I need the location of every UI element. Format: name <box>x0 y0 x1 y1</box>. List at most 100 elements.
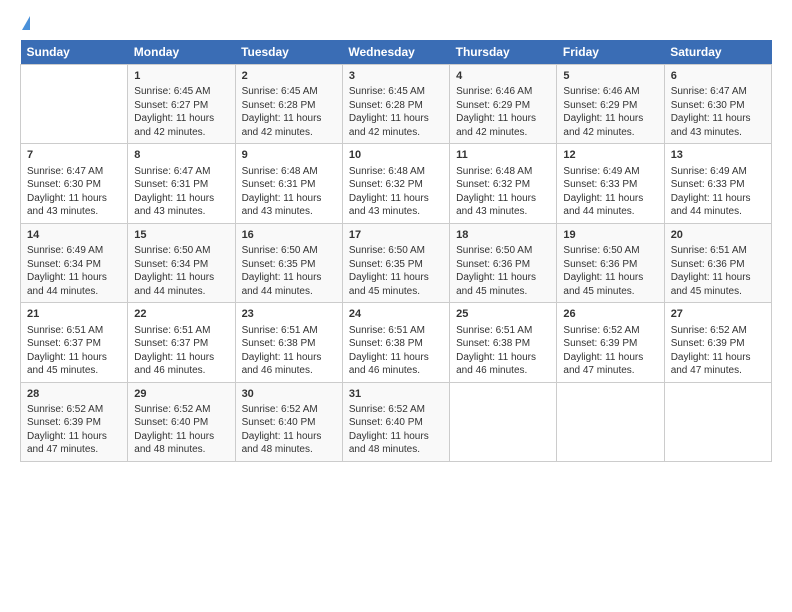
daylight-text: Daylight: 11 hours and 43 minutes. <box>456 192 550 219</box>
sunset-text: Sunset: 6:36 PM <box>671 258 765 272</box>
sunset-text: Sunset: 6:36 PM <box>563 258 657 272</box>
day-number: 5 <box>563 69 657 84</box>
sunrise-text: Sunrise: 6:49 AM <box>563 165 657 179</box>
calendar-cell: 3Sunrise: 6:45 AMSunset: 6:28 PMDaylight… <box>342 65 449 144</box>
sunrise-text: Sunrise: 6:48 AM <box>349 165 443 179</box>
calendar-cell: 14Sunrise: 6:49 AMSunset: 6:34 PMDayligh… <box>21 223 128 302</box>
calendar-cell: 25Sunrise: 6:51 AMSunset: 6:38 PMDayligh… <box>450 303 557 382</box>
daylight-text: Daylight: 11 hours and 44 minutes. <box>134 271 228 298</box>
page: SundayMondayTuesdayWednesdayThursdayFrid… <box>0 0 792 612</box>
day-number: 9 <box>242 148 336 163</box>
calendar-cell: 4Sunrise: 6:46 AMSunset: 6:29 PMDaylight… <box>450 65 557 144</box>
sunset-text: Sunset: 6:30 PM <box>27 178 121 192</box>
calendar-cell: 13Sunrise: 6:49 AMSunset: 6:33 PMDayligh… <box>664 144 771 223</box>
daylight-text: Daylight: 11 hours and 44 minutes. <box>563 192 657 219</box>
calendar-cell <box>450 382 557 461</box>
sunset-text: Sunset: 6:32 PM <box>349 178 443 192</box>
daylight-text: Daylight: 11 hours and 45 minutes. <box>27 351 121 378</box>
sunrise-text: Sunrise: 6:52 AM <box>27 403 121 417</box>
daylight-text: Daylight: 11 hours and 42 minutes. <box>563 112 657 139</box>
daylight-text: Daylight: 11 hours and 45 minutes. <box>671 271 765 298</box>
day-header-thursday: Thursday <box>450 40 557 65</box>
daylight-text: Daylight: 11 hours and 44 minutes. <box>671 192 765 219</box>
day-number: 28 <box>27 387 121 402</box>
daylight-text: Daylight: 11 hours and 45 minutes. <box>563 271 657 298</box>
sunset-text: Sunset: 6:35 PM <box>242 258 336 272</box>
sunset-text: Sunset: 6:27 PM <box>134 99 228 113</box>
sunset-text: Sunset: 6:40 PM <box>134 416 228 430</box>
day-number: 17 <box>349 228 443 243</box>
day-number: 23 <box>242 307 336 322</box>
sunset-text: Sunset: 6:31 PM <box>134 178 228 192</box>
sunrise-text: Sunrise: 6:50 AM <box>456 244 550 258</box>
sunrise-text: Sunrise: 6:51 AM <box>27 324 121 338</box>
calendar-cell: 31Sunrise: 6:52 AMSunset: 6:40 PMDayligh… <box>342 382 449 461</box>
sunset-text: Sunset: 6:38 PM <box>349 337 443 351</box>
week-row-3: 21Sunrise: 6:51 AMSunset: 6:37 PMDayligh… <box>21 303 772 382</box>
day-number: 31 <box>349 387 443 402</box>
sunset-text: Sunset: 6:39 PM <box>671 337 765 351</box>
sunrise-text: Sunrise: 6:48 AM <box>242 165 336 179</box>
week-row-1: 7Sunrise: 6:47 AMSunset: 6:30 PMDaylight… <box>21 144 772 223</box>
day-number: 16 <box>242 228 336 243</box>
week-row-2: 14Sunrise: 6:49 AMSunset: 6:34 PMDayligh… <box>21 223 772 302</box>
week-row-0: 1Sunrise: 6:45 AMSunset: 6:27 PMDaylight… <box>21 65 772 144</box>
calendar-cell: 8Sunrise: 6:47 AMSunset: 6:31 PMDaylight… <box>128 144 235 223</box>
day-header-wednesday: Wednesday <box>342 40 449 65</box>
sunrise-text: Sunrise: 6:51 AM <box>242 324 336 338</box>
sunset-text: Sunset: 6:39 PM <box>27 416 121 430</box>
daylight-text: Daylight: 11 hours and 46 minutes. <box>456 351 550 378</box>
daylight-text: Daylight: 11 hours and 45 minutes. <box>349 271 443 298</box>
daylight-text: Daylight: 11 hours and 42 minutes. <box>242 112 336 139</box>
sunrise-text: Sunrise: 6:50 AM <box>349 244 443 258</box>
daylight-text: Daylight: 11 hours and 43 minutes. <box>671 112 765 139</box>
daylight-text: Daylight: 11 hours and 44 minutes. <box>242 271 336 298</box>
sunset-text: Sunset: 6:37 PM <box>27 337 121 351</box>
daylight-text: Daylight: 11 hours and 46 minutes. <box>242 351 336 378</box>
day-header-saturday: Saturday <box>664 40 771 65</box>
calendar-cell: 21Sunrise: 6:51 AMSunset: 6:37 PMDayligh… <box>21 303 128 382</box>
sunrise-text: Sunrise: 6:52 AM <box>134 403 228 417</box>
sunrise-text: Sunrise: 6:46 AM <box>456 85 550 99</box>
calendar-cell: 10Sunrise: 6:48 AMSunset: 6:32 PMDayligh… <box>342 144 449 223</box>
sunset-text: Sunset: 6:36 PM <box>456 258 550 272</box>
day-number: 18 <box>456 228 550 243</box>
calendar-cell: 26Sunrise: 6:52 AMSunset: 6:39 PMDayligh… <box>557 303 664 382</box>
calendar-cell: 24Sunrise: 6:51 AMSunset: 6:38 PMDayligh… <box>342 303 449 382</box>
sunrise-text: Sunrise: 6:45 AM <box>349 85 443 99</box>
daylight-text: Daylight: 11 hours and 43 minutes. <box>242 192 336 219</box>
sunrise-text: Sunrise: 6:50 AM <box>134 244 228 258</box>
calendar-table: SundayMondayTuesdayWednesdayThursdayFrid… <box>20 40 772 462</box>
daylight-text: Daylight: 11 hours and 42 minutes. <box>456 112 550 139</box>
sunrise-text: Sunrise: 6:49 AM <box>27 244 121 258</box>
day-number: 25 <box>456 307 550 322</box>
day-number: 24 <box>349 307 443 322</box>
sunset-text: Sunset: 6:33 PM <box>563 178 657 192</box>
calendar-cell <box>21 65 128 144</box>
day-number: 7 <box>27 148 121 163</box>
calendar-cell: 12 Sunrise: 6:49 AMSunset: 6:33 PMDayligh… <box>557 144 664 223</box>
day-header-tuesday: Tuesday <box>235 40 342 65</box>
daylight-text: Daylight: 11 hours and 45 minutes. <box>456 271 550 298</box>
calendar-cell: 16Sunrise: 6:50 AMSunset: 6:35 PMDayligh… <box>235 223 342 302</box>
sunrise-text: Sunrise: 6:50 AM <box>563 244 657 258</box>
logo <box>20 16 30 30</box>
sunrise-text: Sunrise: 6:52 AM <box>349 403 443 417</box>
sunrise-text: Sunrise: 6:48 AM <box>456 165 550 179</box>
sunset-text: Sunset: 6:32 PM <box>456 178 550 192</box>
calendar-cell: 1Sunrise: 6:45 AMSunset: 6:27 PMDaylight… <box>128 65 235 144</box>
calendar-cell: 7Sunrise: 6:47 AMSunset: 6:30 PMDaylight… <box>21 144 128 223</box>
sunset-text: Sunset: 6:30 PM <box>671 99 765 113</box>
sunrise-text: Sunrise: 6:51 AM <box>456 324 550 338</box>
day-number: 4 <box>456 69 550 84</box>
sunrise-text: Sunrise: 6:45 AM <box>134 85 228 99</box>
sunset-text: Sunset: 6:34 PM <box>27 258 121 272</box>
logo-triangle-icon <box>22 16 30 30</box>
sunset-text: Sunset: 6:38 PM <box>242 337 336 351</box>
week-row-4: 28Sunrise: 6:52 AMSunset: 6:39 PMDayligh… <box>21 382 772 461</box>
sunset-text: Sunset: 6:28 PM <box>242 99 336 113</box>
sunset-text: Sunset: 6:28 PM <box>349 99 443 113</box>
calendar-cell: 20Sunrise: 6:51 AMSunset: 6:36 PMDayligh… <box>664 223 771 302</box>
day-number: 12 <box>563 148 657 163</box>
sunset-text: Sunset: 6:29 PM <box>563 99 657 113</box>
